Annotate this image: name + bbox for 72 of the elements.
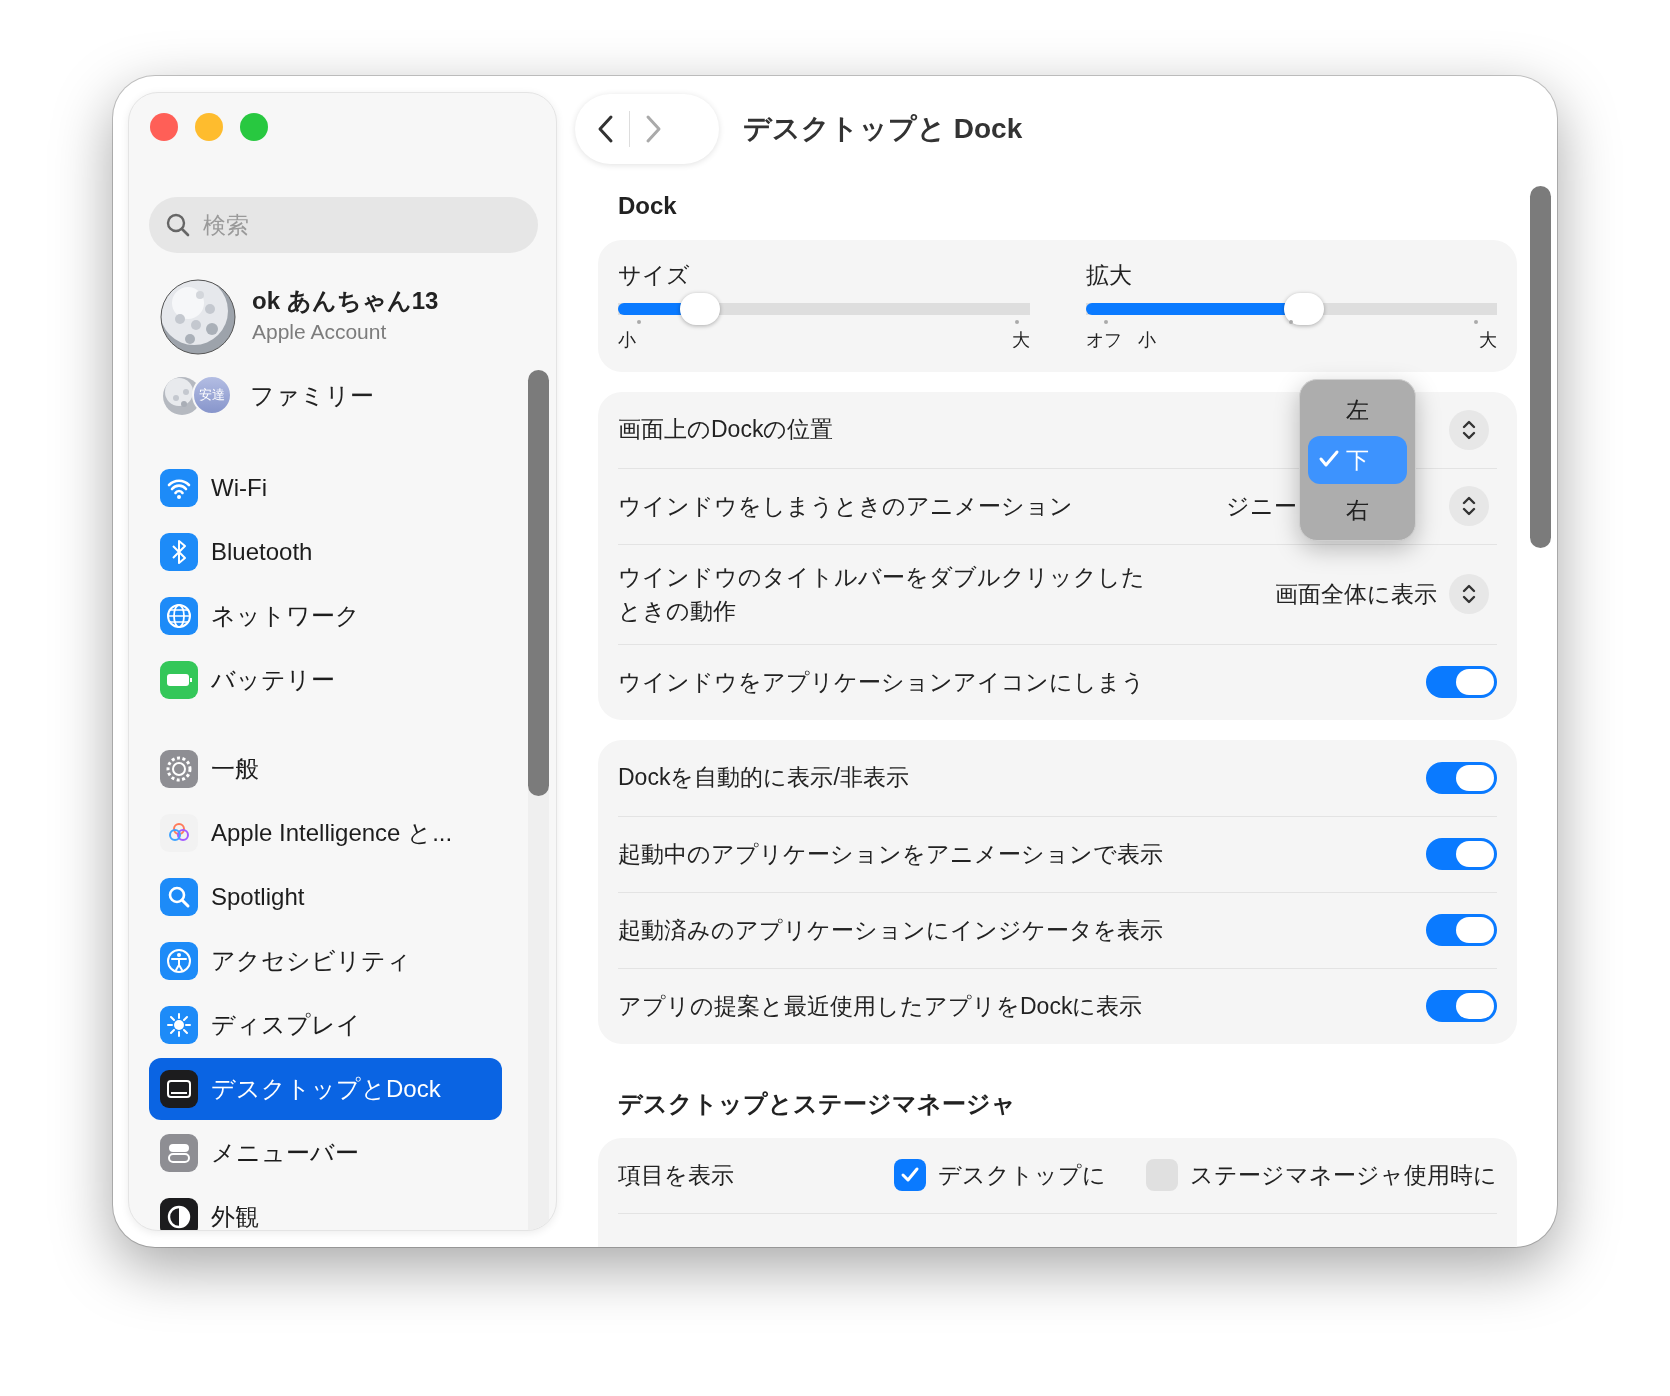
dock-icon — [159, 1069, 199, 1109]
toggle-switch[interactable] — [1426, 914, 1497, 946]
toggle-switch[interactable] — [1426, 761, 1497, 794]
sidebar-item[interactable]: 一般 — [149, 738, 502, 800]
setting-label: ウインドウをアプリケーションアイコンにしまう — [618, 667, 1145, 697]
up-down-chevron-icon — [1461, 582, 1477, 606]
tick-label: 小 — [1137, 328, 1157, 352]
setting-label: ウインドウをしまうときのアニメーション — [618, 491, 1073, 521]
sidebar-item[interactable]: バッテリー — [149, 649, 502, 711]
sidebar-item[interactable]: Wi-Fi — [149, 457, 502, 519]
menu-item[interactable]: 右 — [1308, 486, 1407, 534]
toggle-switch[interactable] — [1426, 666, 1497, 698]
sidebar-item[interactable]: 外観 — [149, 1186, 502, 1230]
search-field[interactable]: 検索 — [149, 197, 538, 253]
checkbox-label: デスクトップに — [938, 1160, 1106, 1190]
slider-label: サイズ — [618, 261, 691, 290]
search-icon — [159, 877, 199, 917]
chevron-right-icon — [644, 114, 662, 144]
slider-thumb[interactable] — [1283, 292, 1324, 325]
menu-item[interactable]: 左 — [1308, 386, 1407, 434]
globe-icon — [159, 596, 199, 636]
switches-icon — [159, 1133, 199, 1173]
setting-label: Dockを自動的に表示/非表示 — [618, 763, 909, 793]
account-name: ok あんちゃん13 — [252, 286, 439, 316]
search-icon — [165, 212, 191, 238]
scrollbar-thumb[interactable] — [528, 370, 549, 796]
family-label: ファミリー — [250, 381, 374, 411]
setting-label: 項目を表示 — [618, 1160, 734, 1190]
checkbox[interactable] — [894, 1159, 926, 1191]
checkbox-label: ステージマネージャ使用時に — [1190, 1160, 1497, 1190]
zoom-button[interactable] — [240, 113, 268, 141]
window-title: デスクトップと Dock — [743, 112, 1023, 146]
scrollbar-thumb[interactable] — [1530, 186, 1551, 548]
sidebar-item[interactable]: Apple Intelligence と... — [149, 802, 502, 864]
tick-label: オフ — [1085, 328, 1122, 352]
sun-icon — [159, 1005, 199, 1045]
person-icon — [159, 941, 199, 981]
tick-label: 小 — [618, 328, 637, 352]
setting-label: 起動済みのアプリケーションにインジケータを表示 — [618, 915, 1163, 945]
popup-stepper[interactable] — [1449, 486, 1489, 526]
sidebar-item[interactable]: ネットワーク — [149, 585, 502, 647]
section-heading: Dock — [618, 191, 678, 221]
popup-value: 画面全体に表示 — [1275, 579, 1437, 609]
setting-label: ウインドウのタイトルバーをダブルクリックしたときの動作 — [618, 562, 1146, 626]
section-heading: デスクトップとステージマネージャ — [618, 1088, 1017, 1119]
setting-label: アプリの提案と最近使用したアプリをDockに表示 — [618, 991, 1143, 1021]
popup-value: ジニー — [1226, 491, 1297, 521]
sidebar-item[interactable]: Bluetooth — [149, 521, 502, 583]
tick-label: 大 — [1011, 328, 1030, 352]
toggle-switch[interactable] — [1426, 990, 1497, 1022]
bluetooth-icon — [159, 532, 199, 572]
slider-thumb[interactable] — [680, 292, 721, 325]
toggle-switch[interactable] — [1426, 838, 1497, 870]
popup-stepper[interactable] — [1449, 574, 1489, 614]
account-subtitle: Apple Account — [252, 318, 388, 345]
setting-label: 起動中のアプリケーションをアニメーションで表示 — [618, 839, 1163, 869]
setting-label: 画面上のDockの位置 — [618, 415, 834, 445]
popup-stepper[interactable] — [1449, 409, 1489, 450]
sidebar-item[interactable]: Spotlight — [149, 866, 502, 928]
slider-label: 拡大 — [1085, 261, 1133, 290]
gear-icon — [159, 749, 199, 789]
sidebar-item[interactable]: アクセシビリティ — [149, 930, 502, 992]
sidebar-item[interactable]: デスクトップとDock — [149, 1058, 502, 1120]
tick-label: 大 — [1479, 328, 1497, 352]
wifi-icon — [159, 468, 199, 508]
chevron-left-icon — [597, 114, 615, 144]
close-button[interactable] — [150, 113, 178, 141]
battery-icon — [159, 660, 199, 700]
sidebar-item[interactable]: メニューバー — [149, 1122, 502, 1184]
up-down-chevron-icon — [1461, 494, 1477, 518]
avatar-initials: 安達 — [192, 375, 232, 415]
sidebar-item[interactable]: ディスプレイ — [149, 994, 502, 1056]
